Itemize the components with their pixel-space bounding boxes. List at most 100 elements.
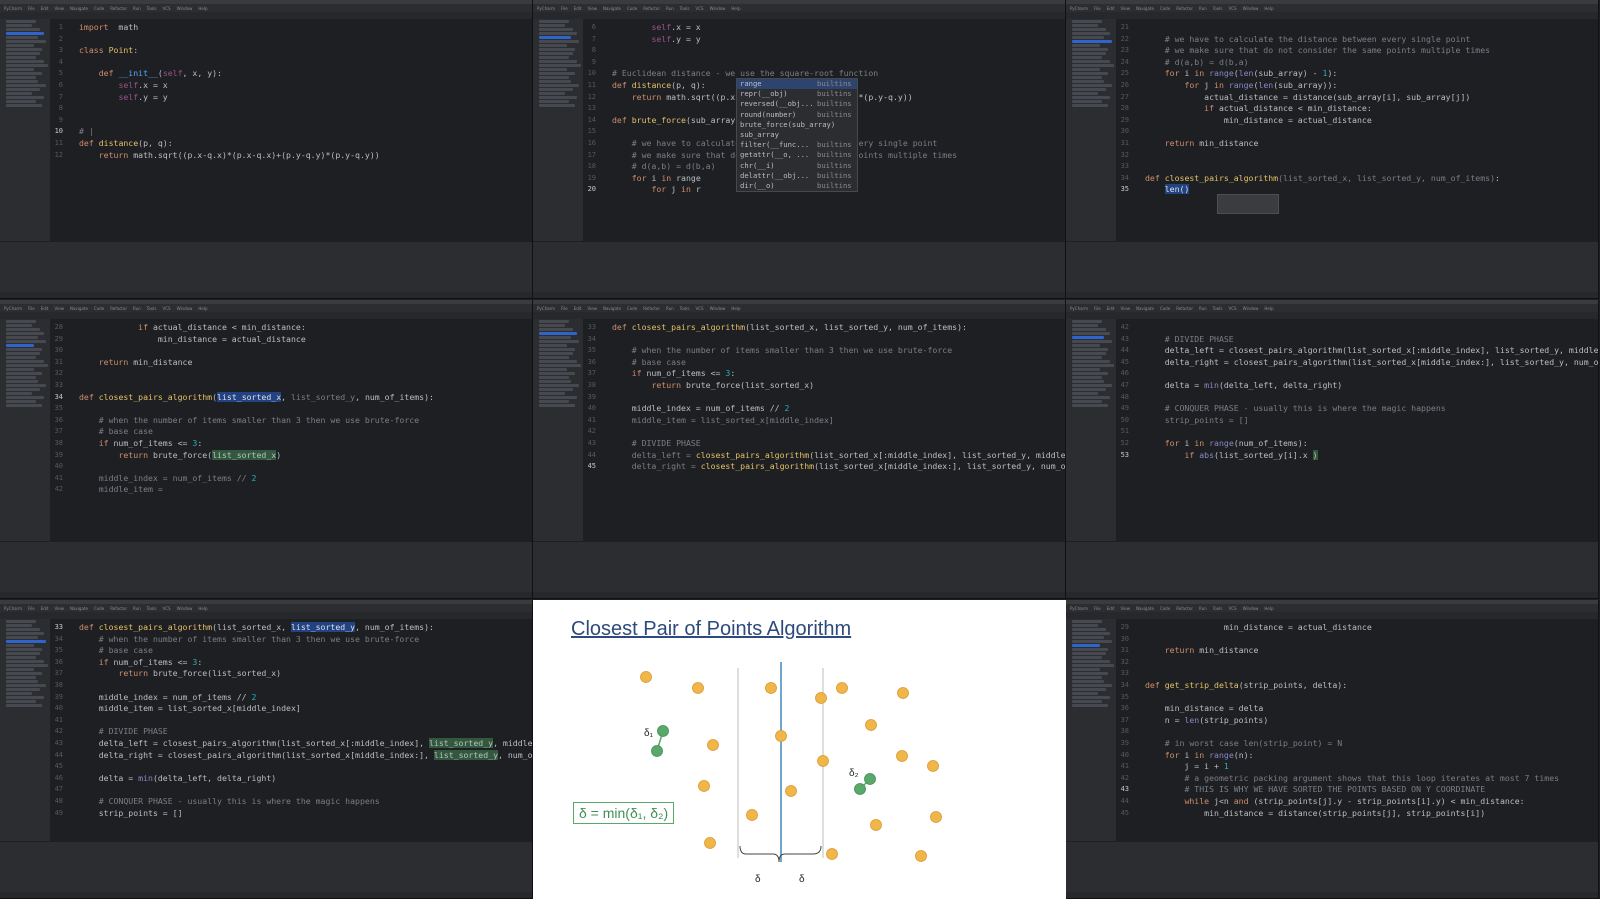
project-tree[interactable] [1066, 619, 1117, 841]
tree-item[interactable] [1072, 20, 1102, 23]
tree-item[interactable] [1072, 88, 1106, 91]
tree-item[interactable] [6, 324, 32, 327]
tree-item[interactable] [539, 376, 569, 379]
menu-item[interactable]: Run [1199, 606, 1207, 611]
menu-item[interactable]: VCS [163, 606, 171, 611]
autocomplete-item[interactable]: filter(__func... builtins [737, 140, 857, 150]
menu-item[interactable]: Run [666, 306, 674, 311]
tree-item[interactable] [1072, 356, 1102, 359]
tree-item[interactable] [6, 60, 44, 63]
menu-item[interactable]: Navigate [70, 306, 88, 311]
tree-item[interactable] [1072, 336, 1104, 339]
tree-item[interactable] [539, 52, 573, 55]
project-tree[interactable] [533, 319, 584, 541]
menu-item[interactable]: Window [177, 306, 193, 311]
tree-item[interactable] [6, 92, 32, 95]
tree-item[interactable] [6, 72, 42, 75]
menu-item[interactable]: Refactor [1176, 306, 1193, 311]
tree-item[interactable] [6, 676, 36, 679]
tree-item[interactable] [6, 320, 36, 323]
menu-item[interactable]: Refactor [110, 6, 127, 11]
menu-item[interactable]: Help [1264, 306, 1273, 311]
tree-item[interactable] [1072, 72, 1108, 75]
tree-item[interactable] [1072, 620, 1102, 623]
menu-item[interactable]: File [28, 6, 35, 11]
menu-item[interactable]: Edit [1107, 6, 1115, 11]
tree-item[interactable] [1072, 700, 1102, 703]
autocomplete-item[interactable]: dir(__o) builtins [737, 181, 857, 191]
tree-item[interactable] [539, 356, 569, 359]
menu-item[interactable]: VCS [1229, 606, 1237, 611]
menu-item[interactable]: PyCharm [1070, 6, 1088, 11]
tree-item[interactable] [539, 100, 569, 103]
tree-item[interactable] [1072, 52, 1106, 55]
tree-item[interactable] [6, 628, 40, 631]
tree-item[interactable] [1072, 660, 1110, 663]
tree-item[interactable] [1072, 376, 1102, 379]
code-editor[interactable]: 6 self.x = x7 self.y = y 8 9 10 # Euclidean … [584, 19, 1065, 241]
menu-item[interactable]: View [54, 606, 64, 611]
tree-item[interactable] [1072, 696, 1110, 699]
tree-item[interactable] [539, 340, 579, 343]
tree-item[interactable] [6, 344, 34, 347]
tree-item[interactable] [6, 388, 40, 391]
run-tool-window[interactable] [1066, 246, 1598, 293]
tree-item[interactable] [6, 36, 38, 39]
run-tool-window[interactable] [533, 246, 1065, 293]
tree-item[interactable] [1072, 684, 1112, 687]
menu-item[interactable]: Tools [147, 606, 157, 611]
tree-item[interactable] [539, 20, 569, 23]
menu-item[interactable]: View [1120, 306, 1130, 311]
tree-item[interactable] [6, 404, 42, 407]
tree-item[interactable] [6, 392, 32, 395]
tree-item[interactable] [1072, 84, 1112, 87]
menu-item[interactable]: File [28, 306, 35, 311]
tree-item[interactable] [6, 64, 48, 67]
menu-item[interactable]: PyCharm [537, 306, 555, 311]
menu-item[interactable]: View [587, 6, 597, 11]
tree-item[interactable] [6, 632, 44, 635]
project-tree[interactable] [1066, 319, 1117, 541]
tree-item[interactable] [1072, 60, 1110, 63]
tree-item[interactable] [1072, 680, 1104, 683]
tree-item[interactable] [539, 336, 571, 339]
tree-item[interactable] [1072, 40, 1112, 43]
tree-item[interactable] [6, 664, 48, 667]
tree-item[interactable] [6, 652, 40, 655]
tree-item[interactable] [539, 388, 573, 391]
tree-item[interactable] [1072, 96, 1110, 99]
tree-item[interactable] [1072, 656, 1102, 659]
tree-item[interactable] [1072, 632, 1110, 635]
run-tool-window[interactable] [0, 246, 532, 293]
tree-item[interactable] [539, 56, 569, 59]
tree-item[interactable] [1072, 692, 1098, 695]
tree-item[interactable] [6, 688, 40, 691]
tree-item[interactable] [539, 48, 575, 51]
menu-item[interactable]: Navigate [70, 606, 88, 611]
tree-item[interactable] [1072, 352, 1106, 355]
tree-item[interactable] [1072, 320, 1102, 323]
menu-item[interactable]: VCS [696, 306, 704, 311]
tree-item[interactable] [539, 344, 567, 347]
tree-item[interactable] [6, 104, 42, 107]
tree-item[interactable] [6, 20, 36, 23]
menu-item[interactable]: PyCharm [4, 306, 22, 311]
menu-item[interactable]: VCS [163, 306, 171, 311]
tree-item[interactable] [1072, 328, 1106, 331]
tree-item[interactable] [1072, 364, 1114, 367]
menu-item[interactable]: Tools [1213, 606, 1223, 611]
tree-item[interactable] [6, 24, 32, 27]
tree-item[interactable] [539, 96, 577, 99]
tree-item[interactable] [1072, 104, 1108, 107]
menu-item[interactable]: Code [94, 306, 104, 311]
tree-item[interactable] [539, 76, 569, 79]
code-editor[interactable]: 28 if actual_distance < min_distance: 29 … [51, 319, 532, 541]
autocomplete-item[interactable]: sub_array [737, 130, 857, 140]
tree-item[interactable] [1072, 640, 1112, 643]
menu-item[interactable]: PyCharm [537, 6, 555, 11]
menu-item[interactable]: Help [731, 6, 740, 11]
menu-item[interactable]: File [561, 6, 568, 11]
menu-item[interactable]: Window [1243, 606, 1259, 611]
tree-item[interactable] [1072, 672, 1108, 675]
tree-item[interactable] [1072, 668, 1100, 671]
